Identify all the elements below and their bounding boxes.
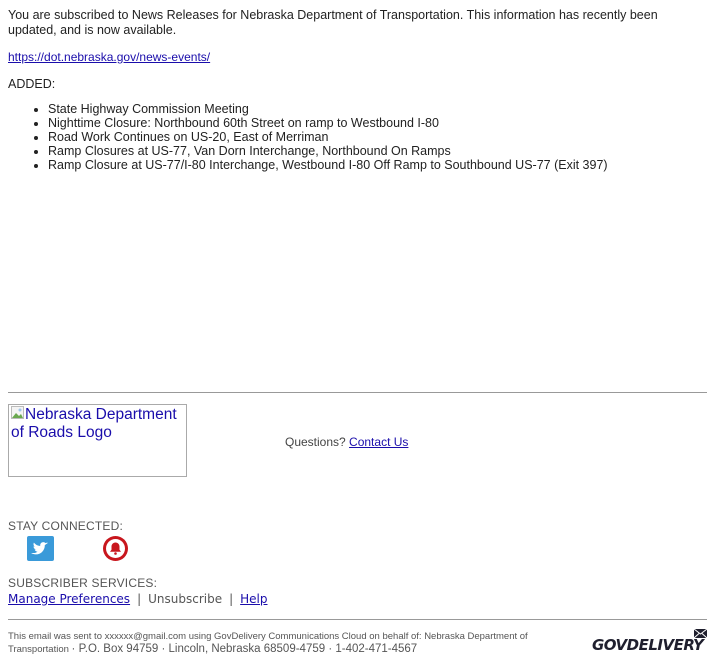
unsubscribe-text[interactable]: Unsubscribe (148, 592, 222, 606)
manage-preferences-link[interactable]: Manage Preferences (8, 592, 130, 606)
subscriber-links: Manage Preferences | Unsubscribe | Help (8, 592, 268, 606)
footer-address: · P.O. Box 94759 · Lincoln, Nebraska 685… (71, 643, 418, 655)
bell-icon[interactable] (103, 536, 128, 561)
questions-label: Questions? (285, 435, 346, 449)
stay-connected-label: STAY CONNECTED: (8, 519, 124, 533)
footer-text: This email was sent to xxxxxx@gmail.com … (8, 630, 568, 656)
news-events-link[interactable]: https://dot.nebraska.gov/news-events/ (8, 50, 210, 64)
separator: | (137, 592, 142, 606)
divider (8, 619, 707, 620)
envelope-icon (693, 628, 708, 639)
logo-alt-text: Nebraska Department of Roads Logo (11, 406, 177, 441)
release-list: State Highway Commission Meeting Nightti… (8, 102, 608, 172)
list-item: Road Work Continues on US-20, East of Me… (48, 130, 608, 144)
intro-text: You are subscribed to News Releases for … (8, 8, 658, 37)
contact-us-link[interactable]: Contact Us (349, 435, 408, 449)
logo-image-placeholder[interactable]: Nebraska Department of Roads Logo (8, 404, 187, 477)
twitter-icon[interactable] (27, 536, 54, 561)
list-item: Nighttime Closure: Northbound 60th Stree… (48, 116, 608, 130)
subscriber-services-label: SUBSCRIBER SERVICES: (8, 576, 158, 590)
broken-image-icon (11, 406, 25, 420)
separator: | (229, 592, 234, 606)
govdelivery-logo: GOVDELIVERY (592, 628, 708, 656)
list-item: Ramp Closures at US-77, Van Dorn Interch… (48, 144, 608, 158)
govdelivery-wordmark: GOVDELIVERY (592, 636, 704, 654)
list-item: State Highway Commission Meeting (48, 102, 608, 116)
questions-line: Questions? Contact Us (285, 435, 408, 449)
added-label: ADDED: (8, 77, 56, 91)
divider (8, 392, 707, 393)
list-item: Ramp Closure at US-77/I-80 Interchange, … (48, 158, 608, 172)
help-link[interactable]: Help (240, 592, 267, 606)
